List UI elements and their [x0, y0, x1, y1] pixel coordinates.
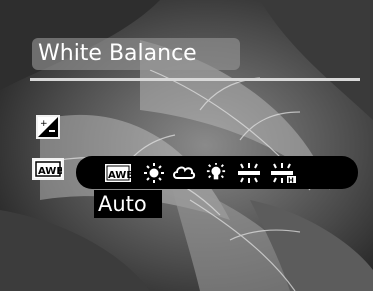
- menu-title: White Balance: [38, 41, 197, 66]
- awb-icon[interactable]: AWB: [104, 163, 132, 183]
- cloudy-icon[interactable]: [172, 163, 196, 183]
- white-balance-side-icon[interactable]: AWB: [32, 158, 64, 180]
- svg-text:H: H: [288, 177, 294, 184]
- fluorescent-icon[interactable]: [237, 163, 261, 183]
- fluorescent-h-icon[interactable]: H: [270, 163, 296, 183]
- tungsten-icon[interactable]: [204, 163, 228, 183]
- selected-option-label: Auto: [98, 192, 147, 216]
- title-divider: [30, 78, 360, 81]
- svg-text:AWB: AWB: [38, 166, 62, 177]
- svg-text:+: +: [40, 119, 48, 129]
- exposure-compensation-icon[interactable]: +: [36, 115, 60, 139]
- daylight-icon[interactable]: [144, 163, 164, 183]
- camera-screen: White Balance + AWB AWB H Auto: [0, 0, 373, 291]
- svg-text:AWB: AWB: [108, 170, 132, 181]
